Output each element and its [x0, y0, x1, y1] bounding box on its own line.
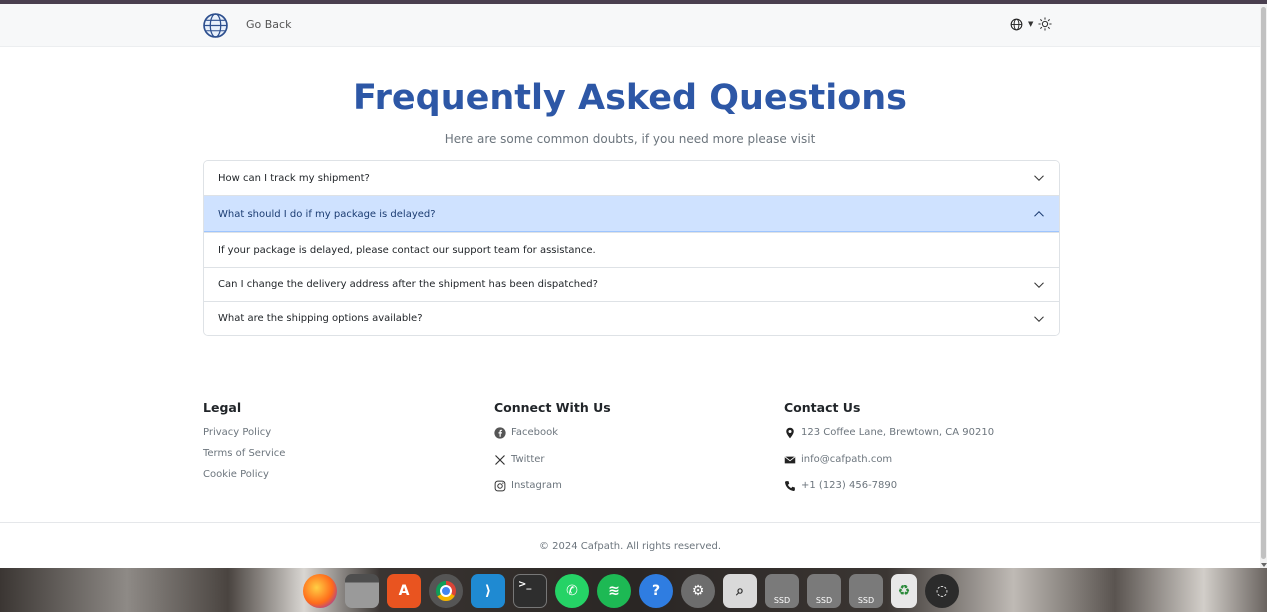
ssd-drive-icon[interactable]: SSD [807, 574, 841, 608]
faq-question-text: How can I track my shipment? [218, 172, 370, 184]
instagram-link[interactable]: Instagram [494, 480, 611, 507]
language-dropdown-caret-icon[interactable]: ▼ [1028, 20, 1033, 28]
footer-divider [0, 522, 1260, 523]
faq-question-change-address[interactable]: Can I change the delivery address after … [204, 267, 1059, 301]
firefox-icon[interactable] [303, 574, 337, 608]
footer-connect-column: Connect With Us Facebook Twitter Instagr… [494, 400, 611, 507]
twitter-link[interactable]: Twitter [494, 454, 611, 481]
chrome-center-dot [440, 585, 452, 597]
app-center-icon[interactable]: A [387, 574, 421, 608]
faq-question-track-shipment[interactable]: How can I track my shipment? [204, 161, 1059, 195]
copyright-text: © 2024 Cafpath. All rights reserved. [538, 541, 722, 552]
faq-question-shipping-options[interactable]: What are the shipping options available? [204, 301, 1059, 335]
contact-address: 123 Coffee Lane, Brewtown, CA 90210 [784, 427, 994, 454]
page-scrollbar[interactable] [1260, 4, 1267, 568]
ssd-label: SSD [857, 596, 875, 605]
chrome-icon[interactable] [429, 574, 463, 608]
language-globe-icon[interactable] [1010, 18, 1023, 31]
faq-question-text: What should I do if my package is delaye… [218, 208, 436, 220]
page-subtitle: Here are some common doubts, if you need… [444, 132, 816, 146]
image-viewer-icon[interactable]: ⌕ [723, 574, 757, 608]
page-title: Frequently Asked Questions [352, 78, 908, 118]
whatsapp-icon[interactable]: ✆ [555, 574, 589, 608]
faq-accordion: How can I track my shipment? What should… [203, 160, 1060, 336]
cookie-policy-link[interactable]: Cookie Policy [203, 469, 285, 490]
contact-phone[interactable]: +1 (123) 456-7890 [784, 480, 994, 507]
faq-question-text: What are the shipping options available? [218, 313, 423, 324]
chevron-down-icon [1034, 281, 1044, 288]
globe-logo-icon[interactable] [203, 13, 228, 38]
x-twitter-icon [495, 454, 505, 465]
footer-contact-column: Contact Us 123 Coffee Lane, Brewtown, CA… [784, 400, 994, 507]
faq-answer-text: If your package is delayed, please conta… [218, 244, 596, 256]
top-navbar: Go Back ▼ [0, 4, 1260, 47]
ubuntu-dock: A ⟩ >_ ✆ ≋ ? ⚙ ⌕ SSD SSD SSD ♻ ◌ [297, 570, 977, 612]
theme-toggle-sun-icon[interactable] [1038, 17, 1053, 31]
faq-question-text: Can I change the delivery address after … [218, 279, 598, 290]
ssd-drive-icon[interactable]: SSD [849, 574, 883, 608]
privacy-policy-link[interactable]: Privacy Policy [203, 427, 285, 448]
vscode-icon[interactable]: ⟩ [471, 574, 505, 608]
files-icon[interactable] [345, 574, 379, 608]
footer-legal-heading: Legal [203, 400, 242, 415]
envelope-icon [784, 455, 796, 463]
instagram-label: Instagram [511, 480, 562, 491]
chevron-down-icon [1034, 315, 1044, 322]
ssd-label: SSD [773, 596, 791, 605]
help-icon[interactable]: ? [639, 574, 673, 608]
phone-icon [785, 481, 795, 491]
faq-question-package-delayed[interactable]: What should I do if my package is delaye… [204, 195, 1059, 232]
location-pin-icon [786, 427, 794, 439]
footer-legal-column: Legal Privacy Policy Terms of Service Co… [203, 400, 285, 490]
ssd-drive-icon[interactable]: SSD [765, 574, 799, 608]
scroll-down-arrow-icon[interactable] [1261, 563, 1267, 567]
footer-contact-heading: Contact Us [784, 400, 861, 415]
trash-icon[interactable]: ♻ [891, 574, 917, 608]
instagram-icon [494, 480, 506, 492]
facebook-label: Facebook [511, 427, 558, 438]
settings-icon[interactable]: ⚙ [681, 574, 715, 608]
phone-label: +1 (123) 456-7890 [801, 480, 898, 491]
scrollbar-thumb[interactable] [1261, 7, 1266, 559]
spotify-icon[interactable]: ≋ [597, 574, 631, 608]
faq-answer-package-delayed: If your package is delayed, please conta… [204, 232, 1059, 267]
facebook-icon [494, 427, 506, 439]
chevron-down-icon [1034, 175, 1044, 181]
chevron-up-icon [1034, 211, 1044, 217]
twitter-label: Twitter [511, 453, 545, 465]
facebook-link[interactable]: Facebook [494, 427, 611, 454]
contact-email[interactable]: info@cafpath.com [784, 454, 994, 481]
show-apps-icon[interactable]: ◌ [925, 574, 959, 608]
email-label: info@cafpath.com [801, 453, 893, 465]
address-label: 123 Coffee Lane, Brewtown, CA 90210 [801, 427, 995, 438]
footer-connect-heading: Connect With Us [494, 400, 611, 415]
terminal-icon[interactable]: >_ [513, 574, 547, 608]
go-back-link[interactable]: Go Back [246, 18, 291, 31]
ssd-label: SSD [815, 596, 833, 605]
terms-of-service-link[interactable]: Terms of Service [203, 448, 285, 469]
